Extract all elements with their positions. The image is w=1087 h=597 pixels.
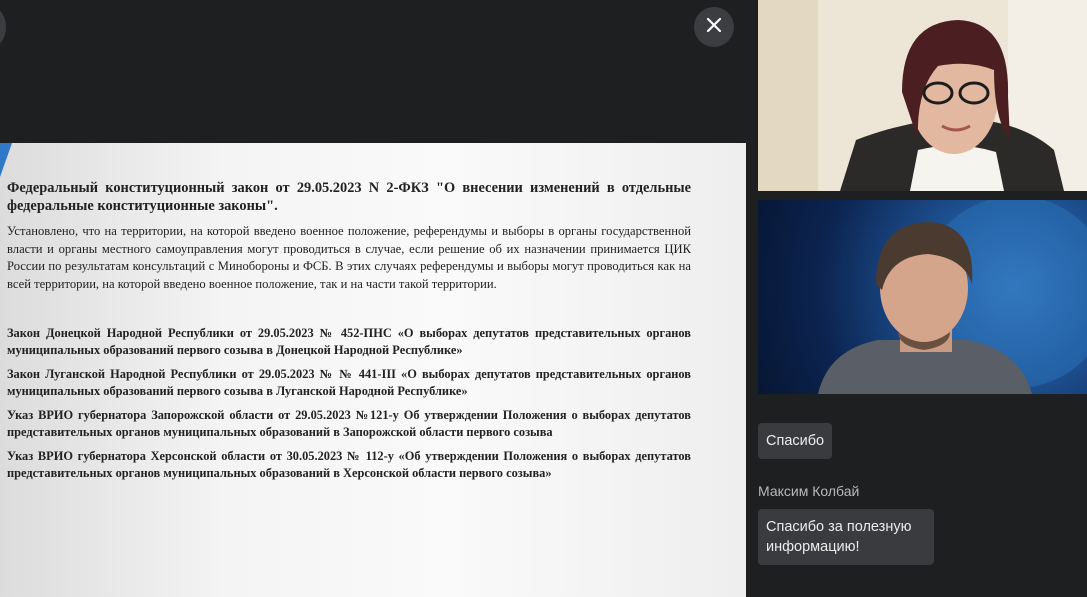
presentation-stage: Федеральный конституционный закон от 29.…: [0, 0, 746, 597]
previous-button[interactable]: [0, 7, 6, 47]
slide-intro-text: Установлено, что на территории, на котор…: [7, 224, 691, 291]
slide-content: Федеральный конституционный закон от 29.…: [7, 179, 691, 481]
chat-message: Спасибо за полезную информацию!: [758, 509, 934, 565]
slide-title: Федеральный конституционный закон от 29.…: [7, 180, 691, 214]
participant-video[interactable]: [758, 0, 1087, 191]
slide-accent-decoration: [0, 143, 12, 177]
close-button[interactable]: [694, 7, 734, 47]
chat-panel: Спасибо Максим Колбай Спасибо за полезну…: [758, 423, 1087, 565]
participant-avatar-woman: [758, 0, 1087, 191]
participant-avatar-man: [818, 200, 1087, 394]
participant-video[interactable]: [758, 200, 1087, 394]
slide-list-item: Указ ВРИО губернатора Херсонской области…: [7, 449, 691, 480]
chat-message: Спасибо: [758, 423, 833, 459]
slide-list-item: Указ ВРИО губернатора Запорожской област…: [7, 408, 691, 439]
close-icon: [706, 17, 722, 38]
slide-list-item: Закон Луганской Народной Республики от 2…: [7, 367, 691, 398]
chat-author-name: Максим Колбай: [758, 483, 860, 499]
shared-slide: Федеральный конституционный закон от 29.…: [0, 143, 746, 597]
participants-sidebar: Спасибо Максим Колбай Спасибо за полезну…: [746, 0, 1087, 597]
slide-list-item: Закон Донецкой Народной Республики от 29…: [7, 326, 691, 357]
